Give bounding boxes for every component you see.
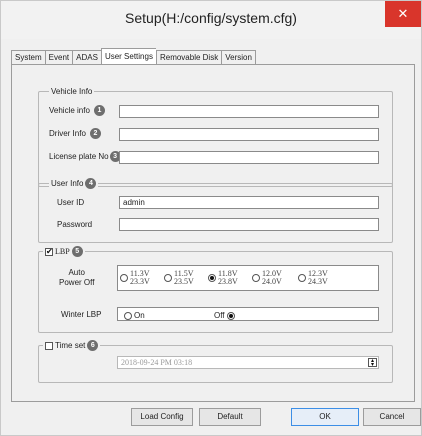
badge-4: 4 [85, 178, 97, 189]
lbp-option-12-0v-radio[interactable] [252, 274, 260, 282]
license-plate-input[interactable] [119, 151, 379, 164]
setup-dialog: Setup(H:/config/system.cfg) ✕ System Eve… [0, 0, 422, 436]
driver-info-label: Driver Info 2 [49, 128, 101, 139]
badge-1: 1 [93, 105, 105, 116]
window-title: Setup(H:/config/system.cfg) [125, 10, 297, 26]
lbp-option-11-3v-text: 11.3V 23.3V [130, 270, 150, 286]
vehicle-info-input[interactable] [119, 105, 379, 118]
cancel-button[interactable]: Cancel [363, 408, 421, 426]
winter-lbp-radio-group: On Off [117, 307, 379, 321]
password-label: Password [57, 220, 93, 229]
close-icon: ✕ [397, 6, 409, 21]
auto-power-off-label-line1: Auto [68, 268, 85, 277]
lbp-checkbox[interactable] [45, 246, 53, 257]
lbp-option-11-8v-text: 11.8V 23.8V [218, 270, 238, 286]
lbp-option-11-3v-bottom: 23.3V [130, 277, 150, 286]
auto-power-off-label-line2: Power Off [59, 278, 95, 287]
time-set-legend-label: Time set [55, 341, 86, 350]
lbp-option-11-5v-text: 11.5V 23.5V [174, 270, 194, 286]
spin-updown-icon[interactable]: ▴ ▾ [368, 358, 377, 368]
load-config-button[interactable]: Load Config [131, 408, 193, 426]
lbp-option-11-5v[interactable]: 11.5V 23.5V [164, 270, 194, 286]
lbp-option-11-5v-bottom: 23.5V [174, 277, 194, 286]
lbp-legend-label: LBP [55, 247, 70, 256]
user-settings-panel: Vehicle Info Vehicle info 1 Driver Info … [11, 64, 415, 402]
time-set-legend: Time set 6 [43, 340, 101, 351]
driver-info-label-text: Driver Info [49, 128, 86, 138]
vehicle-info-label-text: Vehicle info [49, 105, 90, 115]
badge-6: 6 [87, 340, 99, 351]
ok-button[interactable]: OK [291, 408, 359, 426]
lbp-option-12-3v-bottom: 24.3V [308, 277, 328, 286]
winter-lbp-off-label: Off [214, 311, 225, 320]
user-id-input[interactable]: admin [119, 196, 379, 209]
badge-2: 2 [89, 128, 101, 139]
title-bar: Setup(H:/config/system.cfg) ✕ [1, 1, 421, 39]
license-plate-label-text: License plate No [49, 151, 109, 161]
winter-lbp-off-radio[interactable] [226, 311, 235, 320]
license-plate-label: License plate No 3 [49, 151, 121, 162]
user-id-label: User ID [57, 198, 85, 207]
lbp-option-11-8v-bottom: 23.8V [218, 277, 238, 286]
user-info-legend-label: User Info [51, 179, 84, 188]
auto-power-off-label: Auto Power Off [59, 268, 94, 288]
tab-adas[interactable]: ADAS [72, 50, 101, 65]
auto-power-off-radio-group: 11.3V 23.3V 11.5V 23.5V 11.8V 23.8V 12.0… [117, 265, 379, 291]
winter-lbp-on-label: On [134, 311, 145, 320]
winter-lbp-on-option[interactable]: On [124, 310, 145, 321]
lbp-option-12-0v[interactable]: 12.0V 24.0V [252, 270, 282, 286]
lbp-option-12-3v[interactable]: 12.3V 24.3V [298, 270, 328, 286]
lbp-option-11-8v[interactable]: 11.8V 23.8V [208, 270, 238, 286]
tab-version[interactable]: Version [221, 50, 256, 65]
winter-lbp-on-radio[interactable] [124, 311, 132, 320]
tab-system[interactable]: System [11, 50, 45, 65]
vehicle-info-legend-label: Vehicle Info [51, 87, 93, 96]
tab-removable-disk[interactable]: Removable Disk [155, 50, 222, 65]
close-button[interactable]: ✕ [385, 1, 421, 27]
lbp-option-12-0v-bottom: 24.0V [262, 277, 282, 286]
time-set-group: Time set 6 2018-09-24 PM 03:18 ▴ ▾ [38, 340, 393, 383]
vehicle-info-label: Vehicle info 1 [49, 105, 105, 116]
vehicle-info-legend: Vehicle Info [49, 86, 95, 97]
driver-info-input[interactable] [119, 128, 379, 141]
vehicle-info-group: Vehicle Info Vehicle info 1 Driver Info … [38, 86, 393, 187]
lbp-legend: LBP 5 [43, 246, 85, 257]
tab-user-settings[interactable]: User Settings [100, 48, 156, 65]
lbp-option-12-3v-text: 12.3V 24.3V [308, 270, 328, 286]
time-set-checkbox[interactable] [45, 341, 53, 350]
user-info-legend: User Info 4 [49, 178, 99, 189]
password-input[interactable] [119, 218, 379, 231]
tab-strip: System Event ADAS User Settings Removabl… [11, 48, 256, 65]
lbp-option-11-5v-radio[interactable] [164, 274, 172, 282]
winter-lbp-label: Winter LBP [61, 310, 102, 319]
lbp-option-12-3v-radio[interactable] [298, 274, 306, 282]
lbp-group: LBP 5 Auto Power Off 11.3V 23.3V [38, 246, 393, 333]
winter-lbp-off-option[interactable]: Off [214, 310, 235, 321]
default-button[interactable]: Default [199, 408, 261, 426]
lbp-option-12-0v-text: 12.0V 24.0V [262, 270, 282, 286]
user-info-group: User Info 4 User ID admin Password [38, 178, 393, 243]
lbp-option-11-3v-radio[interactable] [120, 274, 128, 282]
tab-event[interactable]: Event [44, 50, 73, 65]
time-set-datetime-picker[interactable]: 2018-09-24 PM 03:18 ▴ ▾ [117, 356, 379, 369]
badge-5: 5 [71, 246, 83, 257]
lbp-option-11-3v[interactable]: 11.3V 23.3V [120, 270, 150, 286]
lbp-option-11-8v-radio[interactable] [208, 274, 216, 282]
time-set-datetime-value: 2018-09-24 PM 03:18 [121, 358, 193, 367]
